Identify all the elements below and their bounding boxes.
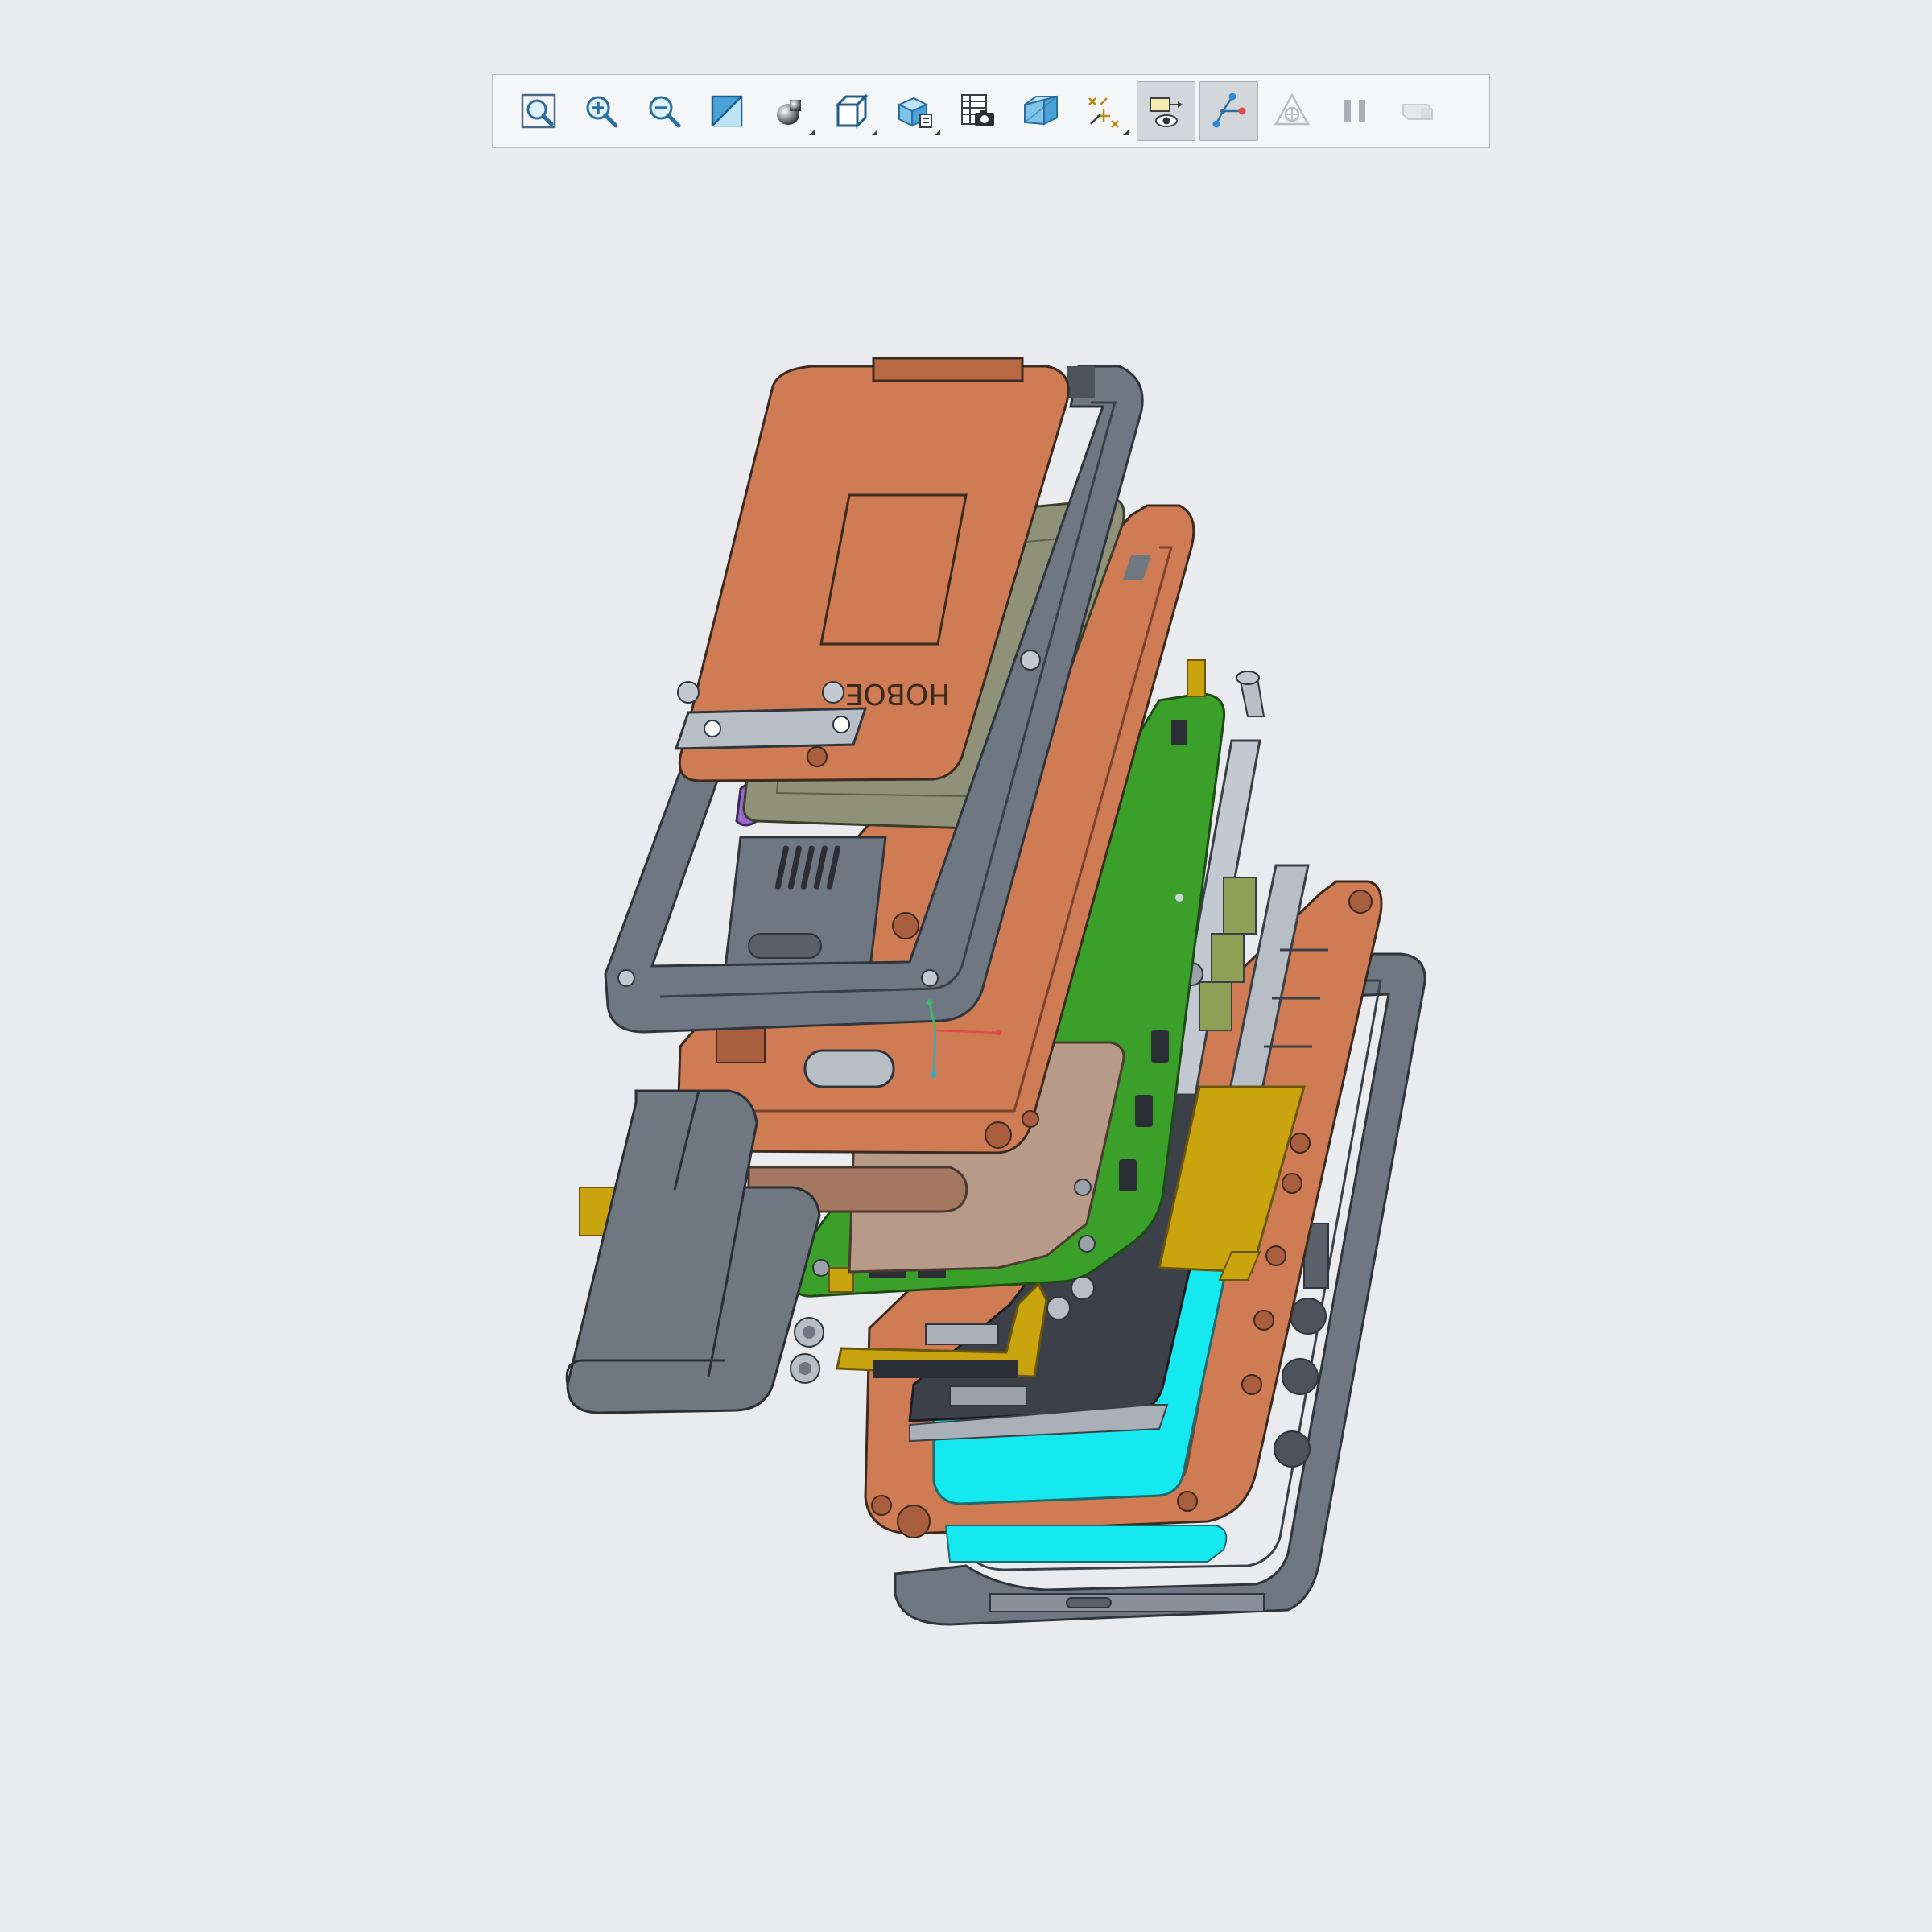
engraving-text: HOBOE: [845, 677, 951, 710]
exploded-assembly-model[interactable]: HOBOE: [0, 0, 1932, 1932]
loose-screw[interactable]: [1236, 671, 1265, 717]
graphics-viewport[interactable]: HOBOE: [0, 0, 1932, 1932]
